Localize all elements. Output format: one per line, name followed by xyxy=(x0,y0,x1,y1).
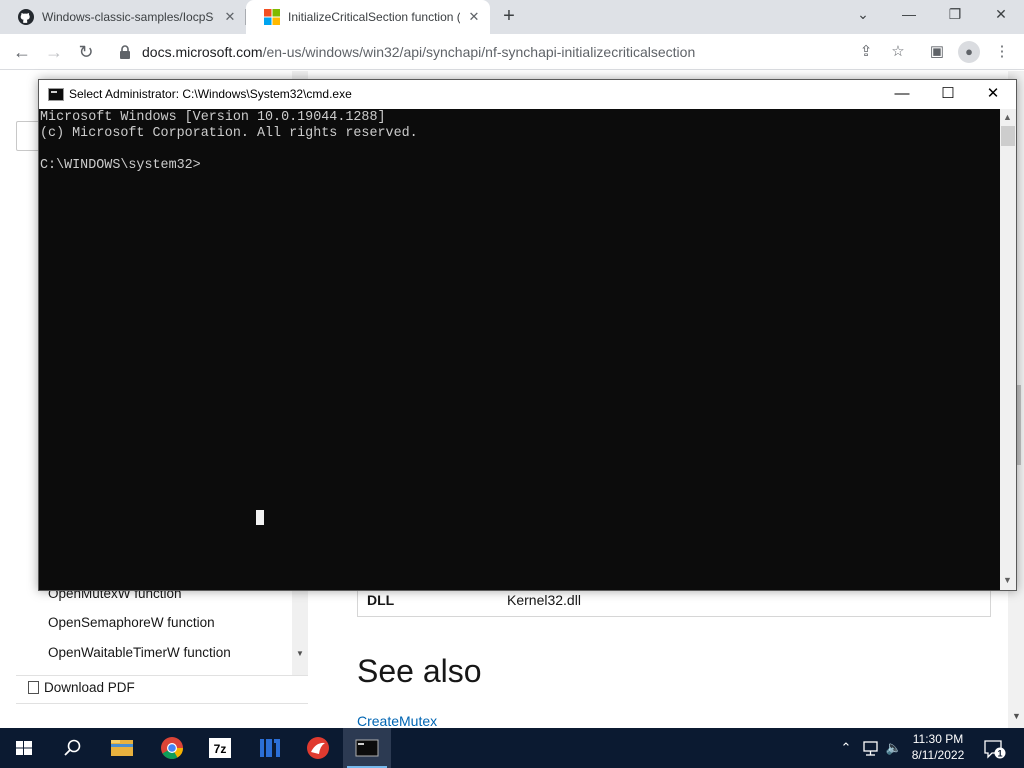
text-cursor xyxy=(256,510,264,525)
scroll-down-icon[interactable]: ▼ xyxy=(1003,575,1012,585)
chrome-menu-icon[interactable]: ⋮ xyxy=(992,43,1012,61)
console-prompt[interactable]: C:\WINDOWS\system32> xyxy=(40,158,201,174)
start-icon xyxy=(16,741,32,755)
clock-date: 8/11/2022 xyxy=(911,748,965,762)
start-button[interactable] xyxy=(0,728,48,768)
taskbar: 7z ⌃ 🔈 11:30 PM 8/11/2022 1 xyxy=(0,728,1024,768)
divider xyxy=(16,675,308,676)
notification-count: 1 xyxy=(997,749,1002,759)
createmutex-link[interactable]: CreateMutex xyxy=(357,713,437,729)
taskbar-cmd[interactable] xyxy=(343,728,391,768)
tab-github[interactable]: Windows-classic-samples/IocpSe ✕ xyxy=(0,0,246,34)
chrome-icon xyxy=(161,737,183,759)
see-also-heading: See also xyxy=(357,653,482,689)
document-icon xyxy=(28,681,39,694)
tab-search-chevron-icon[interactable]: ⌄ xyxy=(840,0,886,30)
notification-icon: 1 xyxy=(984,740,1006,759)
console-line: Microsoft Windows [Version 10.0.19044.12… xyxy=(40,110,386,125)
cmd-window[interactable]: Select Administrator: C:\Windows\System3… xyxy=(38,79,1017,591)
app-red-icon xyxy=(307,737,329,759)
network-icon[interactable] xyxy=(860,728,882,768)
side-panel-icon[interactable]: ▣ xyxy=(927,43,947,61)
cmd-scrollbar-thumb[interactable] xyxy=(1001,126,1015,146)
browser-close-button[interactable]: ✕ xyxy=(978,0,1024,30)
lock-icon[interactable] xyxy=(118,44,132,60)
browser-toolbar: ← → ↻ docs.microsoft.com/en-us/windows/w… xyxy=(0,34,1024,70)
search-icon xyxy=(64,739,81,756)
network-status-icon xyxy=(863,741,878,756)
tab-close-icon[interactable]: ✕ xyxy=(222,9,238,25)
new-tab-button[interactable]: + xyxy=(498,6,520,28)
clock-time: 11:30 PM xyxy=(912,732,964,746)
browser-minimize-button[interactable]: — xyxy=(886,0,932,30)
tab-title: Windows-classic-samples/IocpSe xyxy=(42,10,214,24)
url-path: /en-us/windows/win32/api/synchapi/nf-syn… xyxy=(262,44,696,60)
console-output[interactable]: Microsoft Windows [Version 10.0.19044.12… xyxy=(39,109,1000,590)
forward-arrow-icon[interactable]: → xyxy=(42,41,66,63)
file-explorer-icon xyxy=(111,740,133,756)
requirements-table-row: DLL Kernel32.dll xyxy=(357,589,991,617)
cmd-app-icon[interactable] xyxy=(48,88,64,101)
download-pdf-link[interactable]: Download PDF xyxy=(28,680,135,695)
requirement-key: DLL xyxy=(367,592,395,608)
ida-icon xyxy=(260,739,280,757)
back-arrow-icon[interactable]: ← xyxy=(10,41,34,63)
tray-overflow-chevron-icon[interactable]: ⌃ xyxy=(836,728,856,768)
tab-close-icon[interactable]: ✕ xyxy=(466,9,482,25)
address-bar[interactable]: docs.microsoft.com/en-us/windows/win32/a… xyxy=(106,38,918,66)
tab-initializecriticalsection[interactable]: InitializeCriticalSection function ( ✕ xyxy=(246,0,490,34)
taskbar-file-explorer[interactable] xyxy=(98,728,146,768)
scroll-down-icon[interactable]: ▼ xyxy=(1012,711,1021,721)
scroll-down-icon[interactable]: ▼ xyxy=(296,649,304,658)
taskbar-red-app[interactable] xyxy=(294,728,342,768)
browser-tab-strip: Windows-classic-samples/IocpSe ✕ Initial… xyxy=(0,0,1024,34)
taskbar-chrome[interactable] xyxy=(148,728,196,768)
browser-restore-button[interactable]: ❐ xyxy=(932,0,978,30)
github-icon xyxy=(18,9,34,25)
7zip-icon: 7z xyxy=(209,738,231,758)
search-button[interactable] xyxy=(48,728,96,768)
scroll-up-icon[interactable]: ▲ xyxy=(1003,112,1012,122)
console-line: (c) Microsoft Corporation. All rights re… xyxy=(40,126,418,141)
microsoft-logo-icon xyxy=(264,9,280,25)
url-host: docs.microsoft.com xyxy=(142,44,263,60)
cmd-maximize-button[interactable]: ☐ xyxy=(925,80,971,109)
profile-avatar-icon[interactable]: ● xyxy=(958,41,980,63)
bookmark-star-icon[interactable]: ☆ xyxy=(888,43,908,61)
cmd-title-bar[interactable]: Select Administrator: C:\Windows\System3… xyxy=(39,80,1016,109)
cmd-close-button[interactable]: ✕ xyxy=(970,80,1016,109)
reload-icon[interactable]: ↻ xyxy=(74,41,98,63)
address-url: docs.microsoft.com/en-us/windows/win32/a… xyxy=(142,44,695,60)
cmd-scrollbar[interactable]: ▲ ▼ xyxy=(1000,109,1016,590)
divider xyxy=(16,703,308,704)
share-icon[interactable]: ⇪ xyxy=(856,43,876,61)
cmd-icon xyxy=(355,739,379,757)
desktop-screen: Windows-classic-samples/IocpSe ✕ Initial… xyxy=(0,0,1024,768)
taskbar-ida[interactable] xyxy=(246,728,294,768)
notification-center-button[interactable]: 1 xyxy=(980,728,1008,768)
tab-title: InitializeCriticalSection function ( xyxy=(288,10,460,24)
download-pdf-label: Download PDF xyxy=(44,680,135,695)
toc-item[interactable]: OpenWaitableTimerW function xyxy=(48,645,231,660)
cmd-window-title: Select Administrator: C:\Windows\System3… xyxy=(69,87,352,101)
toc-item[interactable]: OpenSemaphoreW function xyxy=(48,615,215,630)
system-clock[interactable]: 11:30 PM 8/11/2022 xyxy=(900,731,976,763)
svg-text:7z: 7z xyxy=(214,742,227,756)
taskbar-7zip[interactable]: 7z xyxy=(196,728,244,768)
cmd-minimize-button[interactable]: — xyxy=(879,80,925,109)
requirement-value: Kernel32.dll xyxy=(507,592,581,608)
